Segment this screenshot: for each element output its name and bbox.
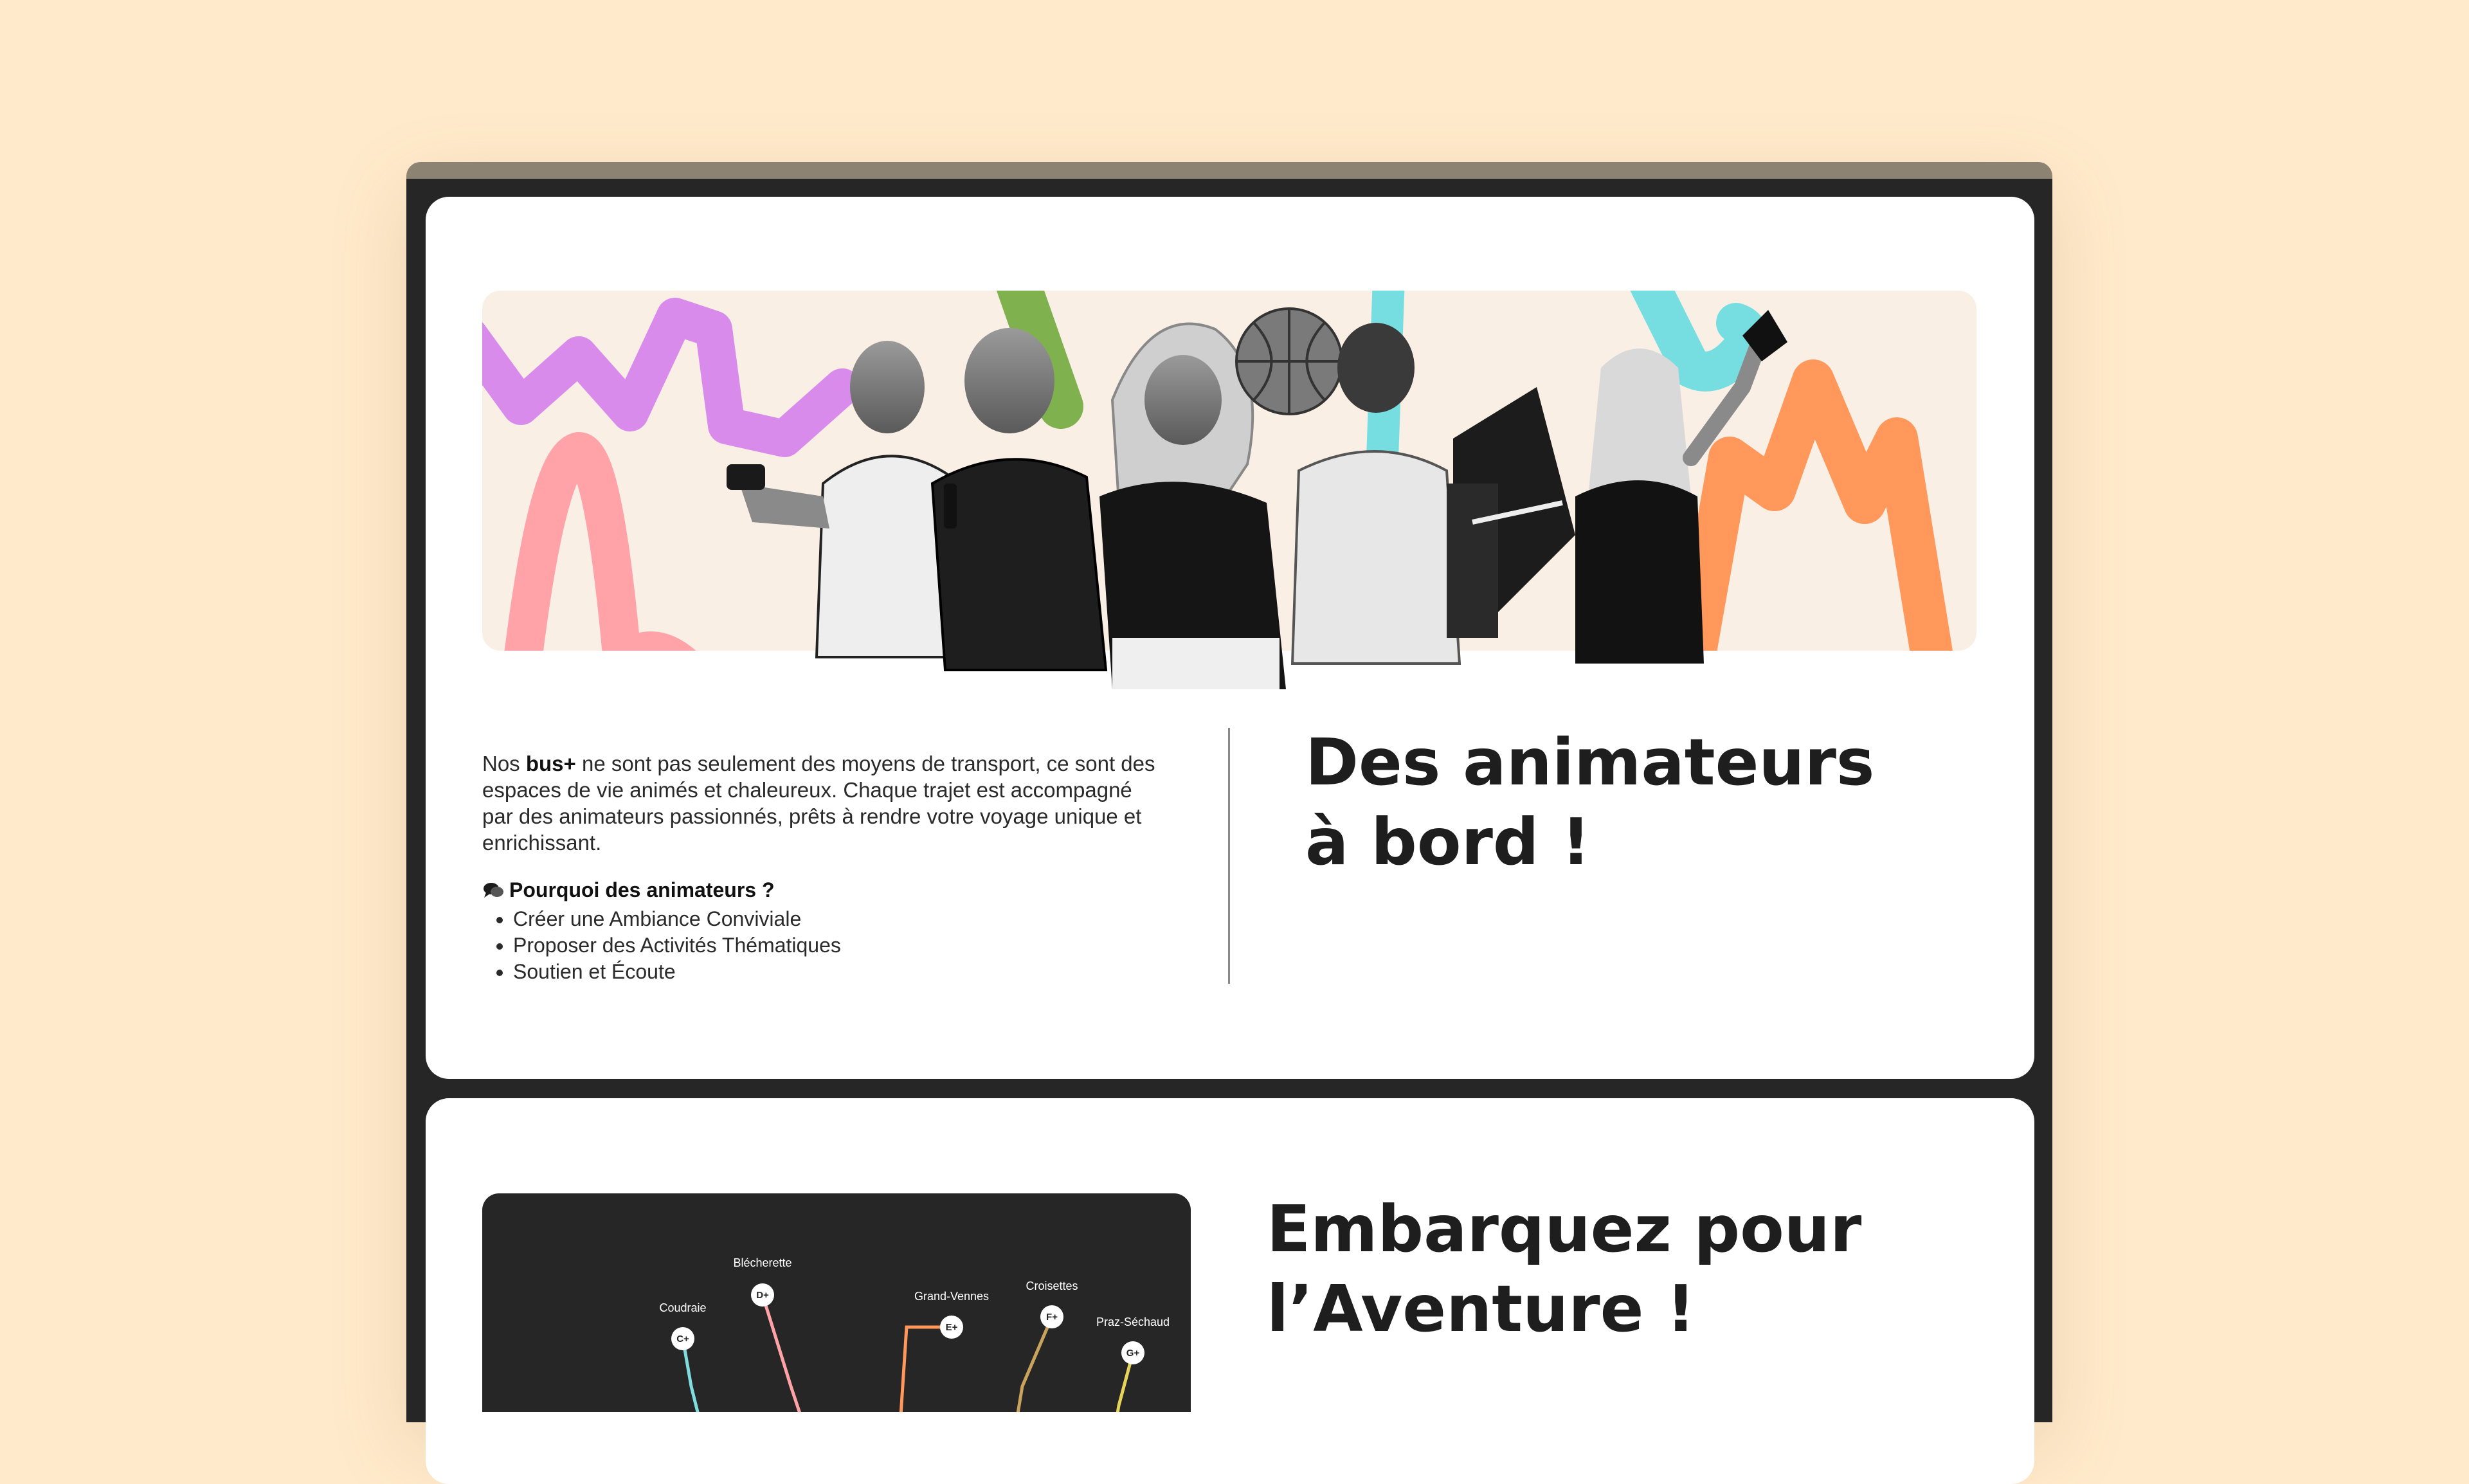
route-map[interactable]: Coudraie C+ Blécherette D+ Grand-Vennes …	[482, 1193, 1191, 1412]
reason-item: Proposer des Activités Thématiques	[513, 932, 1125, 959]
animator-2	[930, 328, 1108, 671]
stop-grand-vennes[interactable]: Grand-Vennes E+	[914, 1290, 989, 1339]
svg-text:F+: F+	[1046, 1312, 1058, 1323]
svg-text:Praz-Séchaud: Praz-Séchaud	[1096, 1316, 1170, 1328]
svg-text:Croisettes: Croisettes	[1026, 1280, 1078, 1292]
adventure-heading: Embarquez pour l’Aventure !	[1267, 1191, 1862, 1346]
reason-item: Créer une Ambiance Conviviale	[513, 906, 1125, 932]
svg-text:C+: C+	[676, 1334, 689, 1344]
stop-blecherette[interactable]: Blécherette D+	[733, 1256, 792, 1307]
intro-text: Nos bus+ ne sont pas seulement des moyen…	[482, 752, 1155, 855]
reason-item: Soutien et Écoute	[513, 959, 1125, 985]
basketball-icon	[1235, 307, 1343, 415]
svg-text:D+: D+	[756, 1290, 769, 1301]
why-section: Pourquoi des animateurs ? Créer une Ambi…	[482, 877, 1125, 985]
svg-text:G+: G+	[1126, 1348, 1140, 1359]
why-title: Pourquoi des animateurs ?	[482, 877, 1125, 903]
stop-praz-sechaud[interactable]: Praz-Séchaud G+	[1096, 1316, 1170, 1364]
reasons-list: Créer une Ambiance Conviviale Proposer d…	[482, 906, 1125, 985]
vertical-divider	[1228, 728, 1230, 984]
speech-bubbles-icon	[484, 882, 503, 898]
svg-text:Coudraie: Coudraie	[659, 1301, 706, 1314]
brand-name: bus+	[525, 752, 576, 775]
route-map-graphic: Coudraie C+ Blécherette D+ Grand-Vennes …	[659, 1256, 1170, 1412]
svg-text:E+: E+	[946, 1322, 958, 1333]
svg-text:Grand-Vennes: Grand-Vennes	[914, 1290, 989, 1303]
animators-heading: Des animateurs à bord !	[1305, 725, 1875, 880]
svg-text:Blécherette: Blécherette	[733, 1256, 791, 1269]
animators-photo	[727, 307, 1787, 689]
stop-croisettes[interactable]: Croisettes F+	[1026, 1280, 1078, 1328]
animator-5	[1575, 310, 1787, 664]
stop-coudraie[interactable]: Coudraie C+	[659, 1301, 707, 1350]
piano-icon	[1447, 387, 1575, 638]
